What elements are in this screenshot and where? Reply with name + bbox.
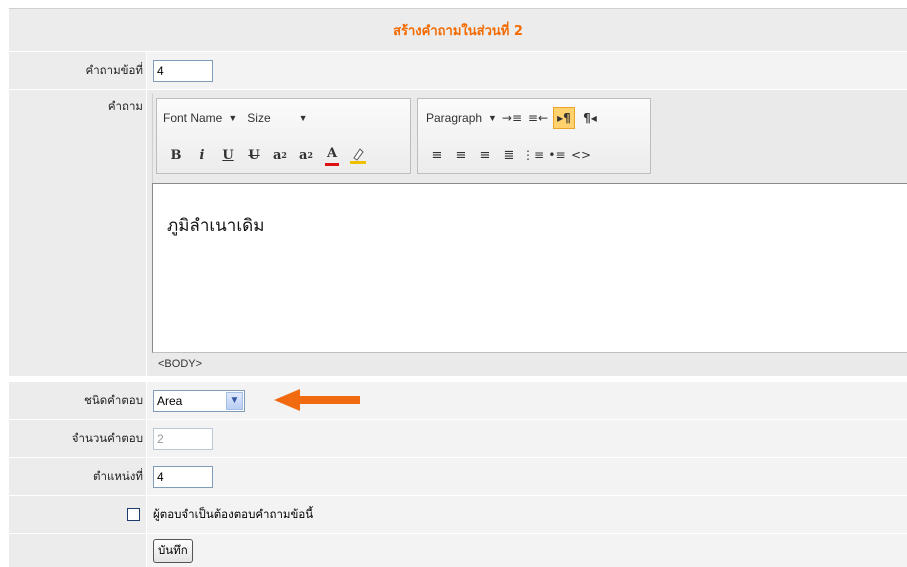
editor-tag-path[interactable]: <BODY> xyxy=(158,358,202,370)
paragraph-dropdown[interactable]: Paragraph ▼ xyxy=(426,111,497,125)
position-input[interactable] xyxy=(153,465,213,488)
editor-content-area[interactable]: ภูมิลำเนาเดิม xyxy=(152,183,907,353)
form-title: สร้างคำถามในส่วนที่ 2 xyxy=(393,23,523,39)
paragraph-label: Paragraph xyxy=(426,111,483,125)
save-row: บันทึก xyxy=(9,534,907,567)
outdent-icon[interactable]: ≡← xyxy=(527,107,549,129)
highlight-color-icon[interactable] xyxy=(347,144,369,166)
toolbar-paragraph-group: Paragraph ▼ →≡ ≡← ▸¶ ¶◂ ≡ ≡ ≡ ≣ ⋮≡ •≡ <> xyxy=(417,98,651,174)
justify-icon[interactable]: ≣ xyxy=(498,144,520,166)
rtl-paragraph-icon[interactable]: ▸¶ xyxy=(552,107,575,129)
superscript-icon[interactable]: a2 xyxy=(269,144,291,166)
required-checkbox[interactable] xyxy=(127,508,140,521)
required-row: ผู้ตอบจำเป็นต้องตอบคำถามข้อนี้ xyxy=(9,496,907,533)
answer-type-label: ชนิดคำตอบ xyxy=(9,382,146,419)
answer-type-row: ชนิดคำตอบ Area ▼ xyxy=(9,382,907,419)
answer-count-input xyxy=(153,427,213,450)
question-no-input[interactable] xyxy=(153,59,213,82)
strikethrough-icon[interactable]: U xyxy=(243,144,265,166)
arrow-left-icon xyxy=(274,389,360,411)
font-name-dropdown[interactable]: Font Name ▼ xyxy=(163,111,237,125)
editor-content-text: ภูมิลำเนาเดิม xyxy=(167,216,265,236)
answer-type-select[interactable]: Area ▼ xyxy=(153,389,245,412)
required-label: ผู้ตอบจำเป็นต้องตอบคำถามข้อนี้ xyxy=(153,506,314,521)
size-label: Size xyxy=(247,111,271,125)
chevron-down-icon: ▼ xyxy=(228,113,238,123)
bold-icon[interactable]: B xyxy=(165,144,187,166)
align-right-icon[interactable]: ≡ xyxy=(474,144,496,166)
chevron-down-icon: ▼ xyxy=(488,113,497,123)
answer-type-value: Area xyxy=(157,393,183,408)
font-name-label: Font Name xyxy=(163,111,223,125)
chevron-down-icon: ▼ xyxy=(298,113,308,123)
indent-icon[interactable]: →≡ xyxy=(501,107,523,129)
numbered-list-icon[interactable]: ⋮≡ xyxy=(522,144,544,166)
align-center-icon[interactable]: ≡ xyxy=(450,144,472,166)
chevron-down-icon[interactable]: ▼ xyxy=(226,391,243,410)
answer-count-row: จำนวนคำตอบ xyxy=(9,420,907,457)
position-row: ตำแหน่งที่ xyxy=(9,458,907,495)
bullet-list-icon[interactable]: •≡ xyxy=(546,144,568,166)
form-header: สร้างคำถามในส่วนที่ 2 xyxy=(9,8,907,51)
editor-statusbar: <BODY> xyxy=(152,353,907,374)
italic-icon[interactable]: i xyxy=(191,144,213,166)
toolbar-format-group: Font Name ▼ Size ▼ B i U U a2 a2 A xyxy=(156,98,411,174)
underline-icon[interactable]: U xyxy=(217,144,239,166)
size-dropdown[interactable]: Size ▼ xyxy=(247,111,307,125)
font-color-icon[interactable]: A xyxy=(325,145,339,166)
ltr-paragraph-icon[interactable]: ¶◂ xyxy=(579,107,601,129)
html-source-icon[interactable]: <> xyxy=(570,144,592,166)
answer-count-label: จำนวนคำตอบ xyxy=(9,420,146,457)
question-label: คำถาม xyxy=(9,90,146,376)
align-left-icon[interactable]: ≡ xyxy=(426,144,448,166)
question-no-row: คำถามข้อที่ xyxy=(9,52,907,89)
save-button[interactable]: บันทึก xyxy=(153,538,193,563)
position-label: ตำแหน่งที่ xyxy=(9,458,146,495)
question-no-label: คำถามข้อที่ xyxy=(9,52,146,89)
subscript-icon[interactable]: a2 xyxy=(295,144,317,166)
